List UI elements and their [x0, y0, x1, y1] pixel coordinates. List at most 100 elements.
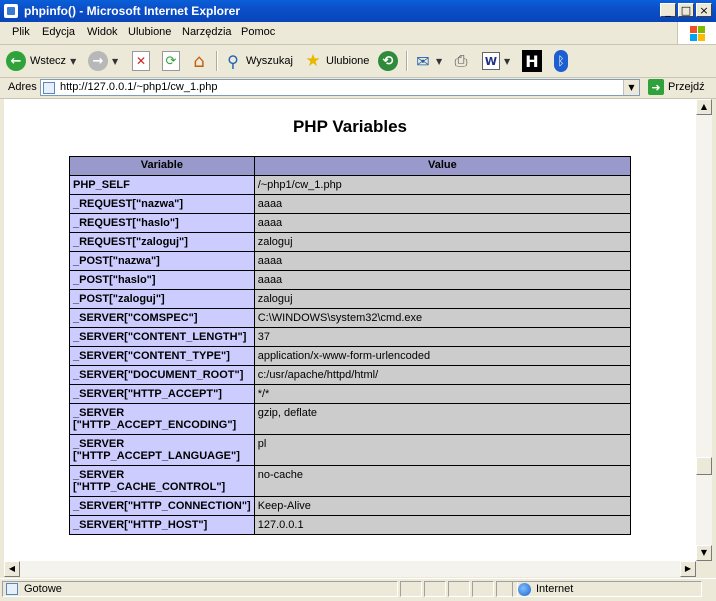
back-button[interactable]: ← Wstecz ▼: [6, 49, 76, 73]
status-text: Gotowe: [24, 583, 62, 595]
scroll-up-icon[interactable]: ▲: [696, 99, 712, 115]
variable-name: PHP_SELF: [69, 175, 255, 195]
bluetooth-icon: ᛒ: [554, 50, 568, 72]
title-bar: phpinfo() - Microsoft Internet Explorer …: [0, 0, 716, 22]
scroll-thumb[interactable]: [696, 457, 712, 475]
variable-value: 37: [253, 327, 632, 347]
variable-value: pl: [253, 434, 632, 466]
windows-logo-icon: [677, 22, 716, 44]
minimize-button[interactable]: _: [660, 3, 676, 17]
variable-value: zaloguj: [253, 289, 632, 309]
variable-name: _POST["zaloguj"]: [69, 289, 255, 309]
variable-name: _SERVER["HTTP_HOST"]: [69, 515, 255, 535]
history-button[interactable]: ⟲: [378, 49, 398, 73]
h-button[interactable]: H: [522, 49, 542, 73]
table-row: _SERVER["HTTP_CONNECTION"] Keep-Alive: [69, 496, 632, 516]
table-row: _SERVER["COMSPEC"] C:\WINDOWS\system32\cm…: [69, 308, 632, 328]
favorites-star-icon: ★: [305, 51, 321, 71]
variable-value: C:\WINDOWS\system32\cmd.exe: [253, 308, 632, 328]
table-row: _SERVER["CONTENT_TYPE"] application/x-www…: [69, 346, 632, 366]
status-page-icon: [6, 583, 18, 595]
mail-button[interactable]: ✉ ▼: [414, 49, 442, 73]
edit-button[interactable]: W ▼: [482, 49, 510, 73]
mail-icon: ✉: [416, 51, 430, 71]
variable-value: application/x-www-form-urlencoded: [253, 346, 632, 366]
scroll-left-icon[interactable]: ◀: [4, 561, 20, 577]
variable-value: aaaa: [253, 270, 632, 290]
table-row: _POST["zaloguj"] zaloguj: [69, 289, 632, 309]
favorites-button[interactable]: ★ Ulubione: [304, 49, 369, 73]
window-title: phpinfo() - Microsoft Internet Explorer: [24, 4, 240, 18]
forward-button[interactable]: → ▼: [88, 49, 118, 73]
stop-icon: ✕: [132, 51, 150, 71]
address-input[interactable]: http://127.0.0.1/~php1/cw_1.php ▼: [40, 79, 640, 96]
bluetooth-button[interactable]: ᛒ: [554, 49, 568, 73]
vertical-scrollbar[interactable]: ▲ ▼: [696, 99, 712, 561]
table-row: _SERVER ["HTTP_ACCEPT_LANGUAGE"] pl: [69, 434, 632, 466]
menu-edycja[interactable]: Edycja: [42, 26, 75, 38]
window-controls: _ □ ×: [660, 3, 712, 17]
toolbar: ← Wstecz ▼ → ▼ ✕ ⟳ ⌂ ⚲ Wyszukaj ★ Ulubio…: [0, 45, 716, 78]
status-panel-2: [400, 581, 422, 597]
variable-value: /~php1/cw_1.php: [253, 175, 632, 195]
php-variables-table: Variable Value PHP_SELF/~php1/cw_1.php _R…: [69, 156, 632, 535]
status-panel-3: [424, 581, 446, 597]
table-row: _SERVER["DOCUMENT_ROOT"] c:/usr/apache/ht…: [69, 365, 632, 385]
variable-name: _POST["nazwa"]: [69, 251, 255, 271]
back-label: Wstecz: [30, 55, 67, 67]
search-button[interactable]: ⚲ Wyszukaj: [224, 49, 293, 73]
table-row: _SERVER ["HTTP_ACCEPT_ENCODING"] gzip, de…: [69, 403, 632, 435]
back-dropdown-icon[interactable]: ▼: [70, 57, 76, 66]
horizontal-scrollbar[interactable]: ◀ ▶: [4, 561, 696, 577]
menu-ulubione[interactable]: Ulubione: [128, 26, 171, 38]
variable-value: 127.0.0.1: [253, 515, 632, 535]
scroll-right-icon[interactable]: ▶: [680, 561, 696, 577]
variable-name: _SERVER["DOCUMENT_ROOT"]: [69, 365, 255, 385]
table-row: PHP_SELF/~php1/cw_1.php: [69, 175, 632, 195]
back-arrow-icon: ←: [6, 51, 26, 71]
scroll-corner: [696, 561, 712, 577]
variable-value: aaaa: [253, 194, 632, 214]
variable-value: no-cache: [253, 465, 632, 497]
favorites-label: Ulubione: [326, 55, 370, 67]
refresh-icon: ⟳: [162, 51, 180, 71]
variable-name: _SERVER ["HTTP_CACHE_CONTROL"]: [69, 465, 255, 497]
menu-bar: Plik Edycja Widok Ulubione Narzędzia Pom…: [0, 22, 716, 45]
variable-name: _POST["haslo"]: [69, 270, 255, 290]
address-bar: Adres http://127.0.0.1/~php1/cw_1.php ▼ …: [0, 78, 716, 99]
variable-value: aaaa: [253, 213, 632, 233]
address-url[interactable]: http://127.0.0.1/~php1/cw_1.php: [60, 81, 218, 93]
refresh-button[interactable]: ⟳: [162, 49, 180, 73]
variable-name: _SERVER["CONTENT_TYPE"]: [69, 346, 255, 366]
print-button[interactable]: ⎙: [452, 49, 470, 73]
maximize-button[interactable]: □: [678, 3, 694, 17]
search-icon: ⚲: [227, 51, 239, 71]
variable-name: _REQUEST["nazwa"]: [69, 194, 255, 214]
variable-value: Keep-Alive: [253, 496, 632, 516]
variable-value: c:/usr/apache/httpd/html/: [253, 365, 632, 385]
variable-name: _REQUEST["zaloguj"]: [69, 232, 255, 252]
address-label: Adres: [8, 81, 37, 93]
home-button[interactable]: ⌂: [190, 49, 208, 73]
forward-dropdown-icon[interactable]: ▼: [112, 57, 118, 66]
go-label: Przejdź: [668, 81, 705, 93]
close-button[interactable]: ×: [696, 3, 712, 17]
variable-name: _REQUEST["haslo"]: [69, 213, 255, 233]
edit-dropdown-icon[interactable]: ▼: [504, 57, 510, 66]
go-button[interactable]: ➜ Przejdź: [648, 79, 705, 95]
menu-widok[interactable]: Widok: [87, 26, 118, 38]
ie-page-icon: [4, 4, 18, 18]
table-row: _SERVER["HTTP_ACCEPT"] */*: [69, 384, 632, 404]
address-dropdown-icon[interactable]: ▼: [623, 80, 639, 95]
scroll-down-icon[interactable]: ▼: [696, 545, 712, 561]
variable-value: */*: [253, 384, 632, 404]
menu-pomoc[interactable]: Pomoc: [241, 26, 275, 38]
mail-dropdown-icon[interactable]: ▼: [436, 57, 442, 66]
variable-value: aaaa: [253, 251, 632, 271]
stop-button[interactable]: ✕: [132, 49, 150, 73]
search-label: Wyszukaj: [246, 55, 293, 67]
menu-narzedzia[interactable]: Narzędzia: [182, 26, 232, 38]
variable-name: _SERVER["CONTENT_LENGTH"]: [69, 327, 255, 347]
menu-plik[interactable]: Plik: [12, 26, 30, 38]
word-edit-icon: W: [482, 52, 500, 70]
